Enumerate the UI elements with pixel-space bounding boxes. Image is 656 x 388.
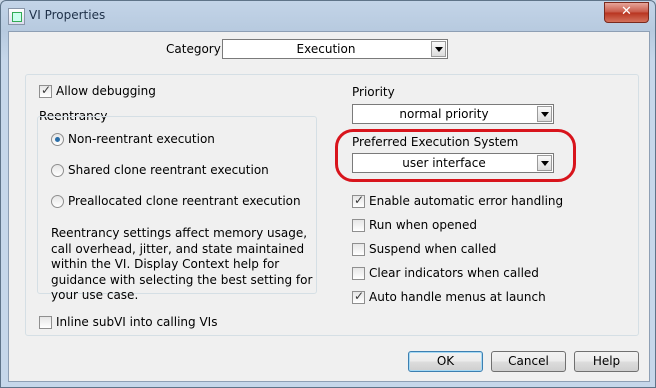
radio-non-reentrant-label: Non-reentrant execution: [68, 132, 215, 146]
auto-error-handling-checkbox[interactable]: [352, 193, 365, 208]
dialog-window: VI Properties ✕ Category Execution Allow…: [0, 0, 656, 388]
radio-shared-clone[interactable]: [51, 164, 64, 177]
clear-indicators-checkbox[interactable]: [352, 267, 365, 280]
reentrancy-description: Reentrancy settings affect memory usage,…: [51, 226, 313, 302]
run-when-opened-label: Run when opened: [369, 218, 477, 232]
allow-debugging-checkbox[interactable]: [39, 83, 52, 98]
inline-subvi-label: Inline subVI into calling VIs: [56, 315, 218, 329]
suspend-when-called-checkbox[interactable]: [352, 243, 365, 256]
priority-label: Priority: [352, 85, 395, 99]
chevron-down-icon[interactable]: [431, 41, 446, 57]
dialog-body: Category Execution Allow debugging Reent…: [8, 31, 650, 382]
allow-debugging-label: Allow debugging: [56, 84, 156, 98]
window-title: VI Properties: [29, 8, 106, 22]
title-bar[interactable]: VI Properties ✕: [1, 1, 655, 31]
execution-system-select[interactable]: user interface: [352, 153, 554, 173]
radio-non-reentrant[interactable]: [51, 133, 64, 146]
priority-select[interactable]: normal priority: [352, 104, 554, 124]
category-select[interactable]: Execution: [222, 39, 448, 59]
run-when-opened-checkbox[interactable]: [352, 219, 365, 232]
app-icon: [8, 8, 25, 25]
close-icon: ✕: [621, 4, 632, 19]
auto-error-handling-label: Enable automatic error handling: [369, 194, 564, 208]
suspend-when-called-label: Suspend when called: [369, 242, 497, 256]
priority-value: normal priority: [399, 107, 489, 121]
execution-system-value: user interface: [402, 156, 486, 170]
inline-subvi-checkbox[interactable]: [39, 316, 52, 329]
chevron-down-icon[interactable]: [537, 155, 552, 171]
cancel-button[interactable]: Cancel: [491, 351, 566, 372]
radio-shared-clone-label: Shared clone reentrant execution: [68, 163, 269, 177]
help-button[interactable]: Help: [574, 351, 639, 372]
category-label: Category: [166, 42, 221, 56]
close-button[interactable]: ✕: [604, 2, 649, 23]
category-value: Execution: [296, 42, 356, 56]
clear-indicators-label: Clear indicators when called: [369, 266, 539, 280]
radio-preallocated-clone[interactable]: [51, 195, 64, 208]
chevron-down-icon[interactable]: [537, 106, 552, 122]
auto-handle-menus-label: Auto handle menus at launch: [369, 290, 546, 304]
ok-button[interactable]: OK: [408, 351, 483, 372]
auto-handle-menus-checkbox[interactable]: [352, 289, 365, 304]
execution-system-label: Preferred Execution System: [352, 135, 519, 149]
radio-preallocated-clone-label: Preallocated clone reentrant execution: [68, 194, 301, 208]
